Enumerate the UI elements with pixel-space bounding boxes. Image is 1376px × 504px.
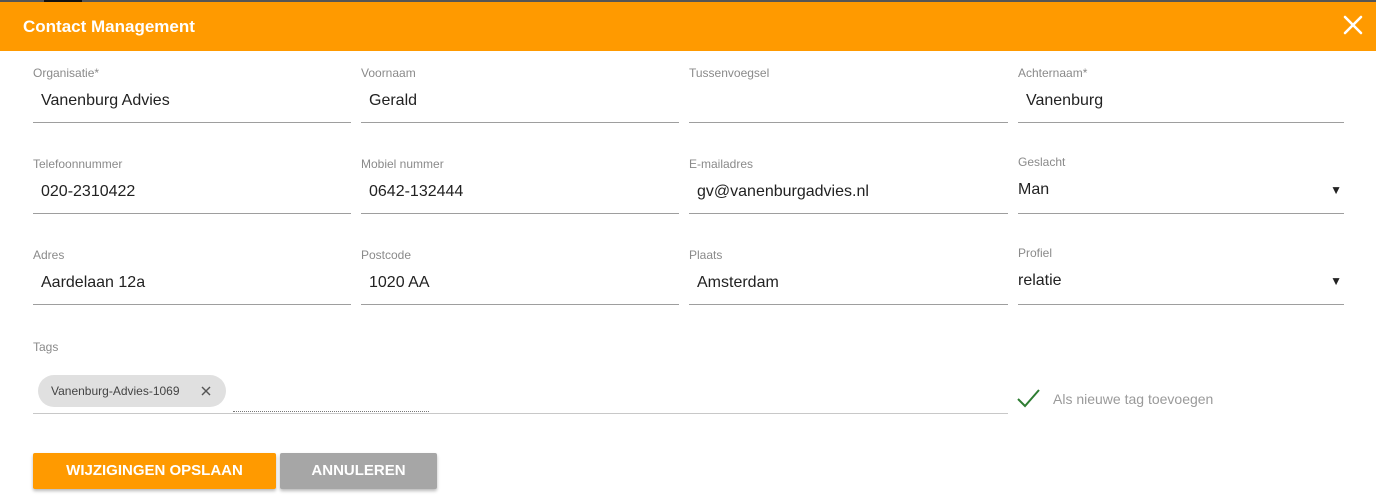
adres-input[interactable]: Aardelaan 12a (41, 274, 145, 292)
plaats-label: Plaats (689, 248, 723, 262)
telefoon-underline (33, 213, 351, 214)
postcode-underline (361, 304, 679, 305)
caret-down-icon[interactable]: ▼ (1330, 274, 1342, 288)
telefoon-field[interactable]: Telefoonnummer 020-2310422 (33, 157, 351, 214)
plaats-field[interactable]: Plaats Amsterdam (689, 248, 1008, 305)
voornaam-underline (361, 122, 679, 123)
profiel-underline (1018, 304, 1344, 305)
profiel-label: Profiel (1018, 246, 1053, 260)
organisatie-field[interactable]: Organisatie* Vanenburg Advies (33, 66, 351, 123)
tags-field[interactable]: Vanenburg-Advies-1069 (33, 362, 1008, 414)
geslacht-select[interactable]: Geslacht Man ▼ (1018, 155, 1344, 214)
remove-tag-icon[interactable] (200, 385, 212, 397)
tags-label: Tags (33, 340, 59, 354)
mobiel-field[interactable]: Mobiel nummer 0642-132444 (361, 157, 679, 214)
plaats-input[interactable]: Amsterdam (697, 274, 779, 292)
tag-chip-label: Vanenburg-Advies-1069 (51, 384, 180, 398)
achternaam-label: Achternaam* (1018, 66, 1088, 80)
cancel-button[interactable]: ANNULEREN (280, 453, 437, 489)
achternaam-underline (1018, 122, 1344, 123)
tag-chip[interactable]: Vanenburg-Advies-1069 (38, 375, 226, 407)
achternaam-field[interactable]: Achternaam* Vanenburg (1018, 66, 1344, 123)
caret-down-icon[interactable]: ▼ (1330, 183, 1342, 197)
voornaam-label: Voornaam (361, 66, 416, 80)
dialog-header: Contact Management (0, 2, 1376, 51)
add-new-tag-label: Als nieuwe tag toevoegen (1053, 391, 1214, 407)
check-icon (1017, 389, 1040, 408)
dialog-title: Contact Management (23, 17, 195, 36)
email-label: E-mailadres (689, 157, 754, 171)
email-input[interactable]: gv@vanenburgadvies.nl (697, 183, 869, 201)
geslacht-value[interactable]: Man (1018, 181, 1049, 199)
geslacht-underline (1018, 213, 1344, 214)
save-changes-button[interactable]: WIJZIGINGEN OPSLAAN (33, 453, 276, 489)
geslacht-label: Geslacht (1018, 155, 1066, 169)
mobiel-input[interactable]: 0642-132444 (369, 183, 463, 201)
adres-field[interactable]: Adres Aardelaan 12a (33, 248, 351, 305)
achternaam-input[interactable]: Vanenburg (1026, 92, 1103, 110)
tags-underline (33, 413, 1008, 414)
adres-underline (33, 304, 351, 305)
plaats-underline (689, 304, 1008, 305)
postcode-input[interactable]: 1020 AA (369, 274, 430, 292)
email-underline (689, 213, 1008, 214)
voornaam-input[interactable]: Gerald (369, 92, 417, 110)
postcode-field[interactable]: Postcode 1020 AA (361, 248, 679, 305)
telefoon-input[interactable]: 020-2310422 (41, 183, 135, 201)
close-icon[interactable] (1342, 14, 1364, 36)
postcode-label: Postcode (361, 248, 412, 262)
organisatie-input[interactable]: Vanenburg Advies (41, 92, 170, 110)
organisatie-underline (33, 122, 351, 123)
tussenvoegsel-field[interactable]: Tussenvoegsel (689, 66, 1008, 123)
profiel-value[interactable]: relatie (1018, 272, 1062, 290)
telefoon-label: Telefoonnummer (33, 157, 123, 171)
tags-input[interactable] (233, 411, 429, 412)
tussenvoegsel-underline (689, 122, 1008, 123)
profiel-select[interactable]: Profiel relatie ▼ (1018, 246, 1344, 305)
voornaam-field[interactable]: Voornaam Gerald (361, 66, 679, 123)
organisatie-label: Organisatie* (33, 66, 100, 80)
mobiel-underline (361, 213, 679, 214)
email-field[interactable]: E-mailadres gv@vanenburgadvies.nl (689, 157, 1008, 214)
adres-label: Adres (33, 248, 65, 262)
tussenvoegsel-label: Tussenvoegsel (689, 66, 770, 80)
mobiel-label: Mobiel nummer (361, 157, 444, 171)
